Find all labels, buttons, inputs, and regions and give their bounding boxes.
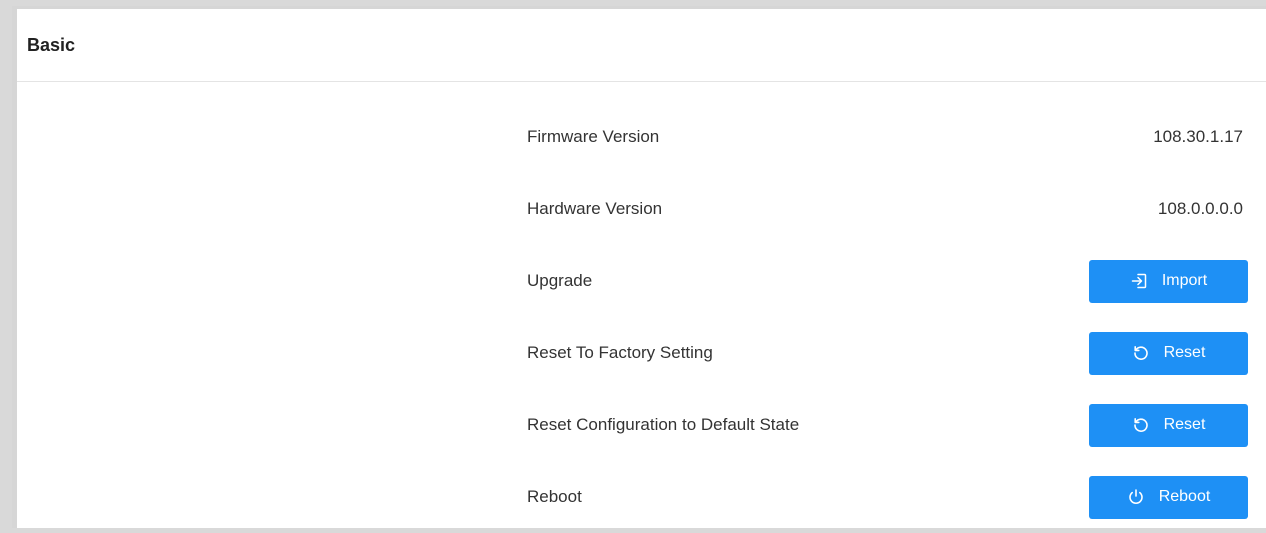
- power-icon: [1127, 488, 1145, 506]
- basic-panel: Basic Firmware Version 108.30.1.17 Hardw…: [12, 6, 1266, 528]
- firmware-version-row: Firmware Version 108.30.1.17: [527, 101, 1248, 173]
- upgrade-row: Upgrade Import: [527, 245, 1248, 317]
- reset-icon: [1132, 416, 1150, 434]
- panel-header: Basic: [17, 9, 1266, 82]
- import-button[interactable]: Import: [1089, 259, 1248, 303]
- panel-title: Basic: [27, 34, 76, 55]
- firmware-version-label: Firmware Version: [527, 127, 660, 146]
- upgrade-label: Upgrade: [527, 271, 593, 290]
- settings-list: Firmware Version 108.30.1.17 Hardware Ve…: [527, 101, 1248, 533]
- factory-reset-label: Reset To Factory Setting: [527, 343, 713, 362]
- factory-reset-button-label: Reset: [1163, 344, 1206, 361]
- reboot-row: Reboot Reboot: [527, 461, 1248, 533]
- import-icon: [1130, 272, 1148, 290]
- import-button-label: Import: [1161, 272, 1208, 289]
- hardware-version-value: 108.0.0.0.0: [1157, 199, 1243, 218]
- reboot-label: Reboot: [527, 487, 582, 506]
- factory-reset-row: Reset To Factory Setting Reset: [527, 317, 1248, 389]
- reboot-button-label: Reboot: [1158, 488, 1211, 505]
- reboot-button[interactable]: Reboot: [1089, 475, 1248, 519]
- factory-reset-button[interactable]: Reset: [1089, 331, 1248, 375]
- config-reset-row: Reset Configuration to Default State Res…: [527, 389, 1248, 461]
- firmware-version-value: 108.30.1.17: [1153, 127, 1243, 146]
- reset-icon: [1132, 344, 1150, 362]
- config-reset-label: Reset Configuration to Default State: [527, 415, 800, 434]
- config-reset-button[interactable]: Reset: [1089, 403, 1248, 447]
- hardware-version-label: Hardware Version: [527, 199, 663, 218]
- hardware-version-row: Hardware Version 108.0.0.0.0: [527, 173, 1248, 245]
- config-reset-button-label: Reset: [1163, 416, 1206, 433]
